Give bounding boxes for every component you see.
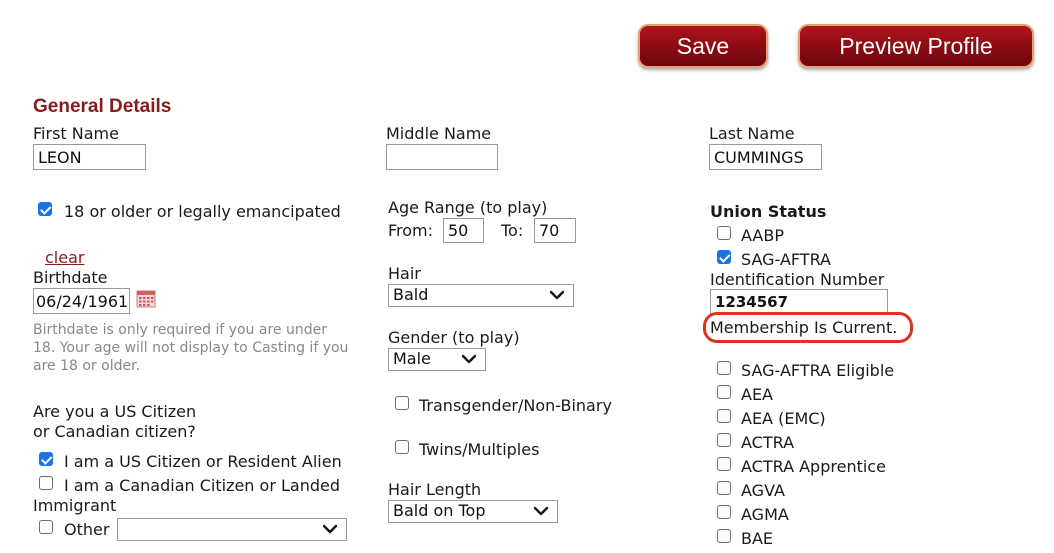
last-name-label: Last Name [709,124,795,143]
canadian-citizen-label: I am a Canadian Citizen or Landed [64,476,340,495]
age-to-input[interactable] [534,218,576,243]
other-citizen-select[interactable] [117,518,347,541]
canadian-citizen-label-line2: Immigrant [33,496,117,515]
union-checkbox-actra[interactable] [717,433,731,447]
union-checkbox-sag-aftra-eligible[interactable] [717,361,731,375]
last-name-input[interactable] [709,144,822,170]
union-label-aea-emc: AEA (EMC) [741,409,826,428]
union-checkbox-bae[interactable] [717,529,731,543]
calendar-icon[interactable] [136,290,156,308]
gender-select-value: Male [393,349,431,368]
union-label-sag-aftra-eligible: SAG-AFTRA Eligible [741,361,895,380]
twins-label: Twins/Multiples [419,440,540,459]
age-to-label: To: [501,221,524,240]
union-label-bae: BAE [741,529,774,548]
union-checkbox-sag-aftra[interactable] [717,250,731,264]
union-label-sag-aftra: SAG-AFTRA [741,250,831,269]
birthdate-label: Birthdate [33,268,108,287]
middle-name-input[interactable] [386,144,498,170]
preview-profile-button[interactable]: Preview Profile [798,24,1034,68]
chevron-down-icon [533,506,549,516]
hair-length-label: Hair Length [388,480,482,499]
union-checkbox-actra-apprentice[interactable] [717,457,731,471]
age-range-label: Age Range (to play) [388,198,548,217]
section-title: General Details [33,96,172,117]
canadian-citizen-checkbox[interactable] [39,476,53,490]
clear-birthdate-link[interactable]: clear [45,248,84,267]
transgender-label: Transgender/Non-Binary [419,396,612,415]
us-citizen-label: I am a US Citizen or Resident Alien [64,452,342,471]
transgender-checkbox[interactable] [395,396,409,410]
hair-length-select[interactable]: Bald on Top [388,500,558,523]
hair-select[interactable]: Bald [388,284,574,307]
birthdate-help-text: Birthdate is only required if you are un… [33,322,349,374]
chevron-down-icon [549,290,565,300]
eighteen-checkbox[interactable] [38,202,52,216]
union-status-title: Union Status [710,202,827,221]
middle-name-label: Middle Name [386,124,492,143]
first-name-label: First Name [33,124,119,143]
other-citizen-label: Other [64,520,110,539]
other-citizen-checkbox[interactable] [39,520,53,534]
union-label-agva: AGVA [741,481,785,500]
chevron-down-icon [322,524,338,534]
citizen-question-line1: Are you a US Citizen [33,402,197,421]
save-button[interactable]: Save [638,24,768,68]
union-checkbox-aea-emc[interactable] [717,409,731,423]
union-checkbox-agma[interactable] [717,505,731,519]
age-from-label: From: [388,221,434,240]
eighteen-label: 18 or older or legally emancipated [64,202,341,221]
us-citizen-checkbox[interactable] [39,452,53,466]
union-label-actra-apprentice: ACTRA Apprentice [741,457,886,476]
age-from-input[interactable] [443,218,484,243]
union-checkbox-aea[interactable] [717,385,731,399]
union-label-agma: AGMA [741,505,789,524]
hair-select-value: Bald [393,285,429,304]
twins-checkbox[interactable] [395,440,409,454]
gender-select[interactable]: Male [388,348,486,371]
birthdate-input[interactable] [33,288,130,314]
hair-label: Hair [388,264,421,283]
first-name-input[interactable] [33,144,146,170]
union-checkbox-agva[interactable] [717,481,731,495]
union-label-actra: ACTRA [741,433,795,452]
chevron-down-icon [461,354,477,364]
union-label-aabp: AABP [741,226,784,245]
citizen-question-line2: or Canadian citizen? [33,422,196,441]
identification-number-label: Identification Number [710,270,885,289]
union-label-aea: AEA [741,385,773,404]
membership-status-text: Membership Is Current. [710,318,898,337]
hair-length-select-value: Bald on Top [393,501,486,520]
union-checkbox-aabp[interactable] [717,226,731,240]
gender-label: Gender (to play) [388,328,520,347]
